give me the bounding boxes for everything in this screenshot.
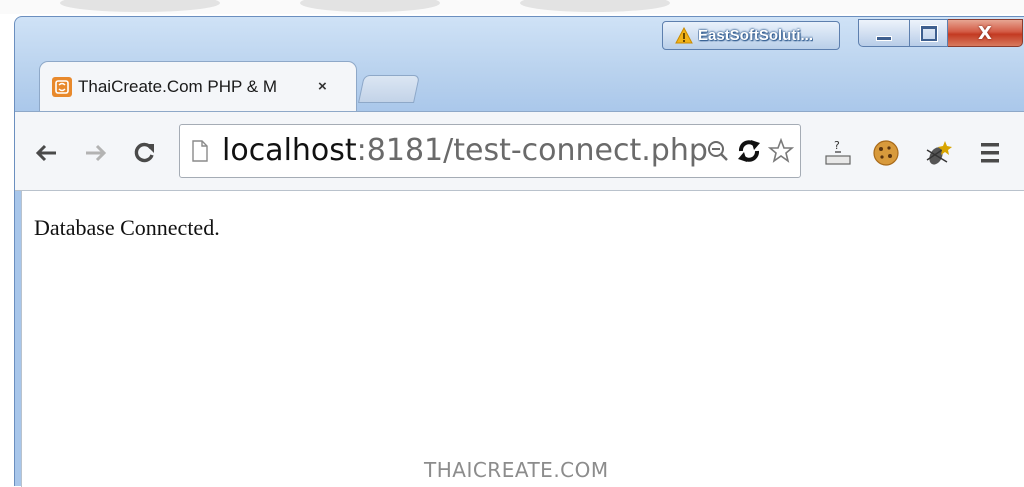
download-tray-icon[interactable]: ? — [823, 138, 853, 168]
url-path: :8181/test-connect.php — [356, 133, 708, 168]
url-host: localhost — [222, 133, 357, 168]
back-arrow-icon — [35, 144, 56, 162]
cookie-icon[interactable] — [871, 138, 901, 168]
page-body-text: Database Connected. — [34, 215, 220, 240]
tab-close-button[interactable]: × — [318, 78, 327, 95]
page-content: Database Connected. — [21, 191, 1024, 487]
menu-icon[interactable] — [979, 138, 1003, 168]
watermark-shape — [520, 0, 670, 12]
omnibox-icons — [706, 137, 794, 165]
forward-button[interactable] — [83, 140, 109, 166]
window-controls: X — [858, 19, 1023, 49]
reload-button[interactable] — [131, 140, 157, 166]
profile-button[interactable]: EastSoftSoluti... — [662, 21, 840, 50]
sync-icon[interactable] — [736, 137, 762, 165]
close-icon: X — [978, 22, 992, 44]
new-tab-button[interactable] — [358, 75, 420, 103]
back-button[interactable] — [33, 140, 59, 166]
zoom-icon[interactable] — [706, 138, 730, 164]
watermark-band — [0, 0, 1024, 14]
bookmark-star-icon[interactable] — [768, 138, 794, 164]
minimize-button[interactable] — [858, 19, 910, 47]
watermark-text: THAICREATE.COM — [424, 458, 609, 482]
forward-arrow-icon — [86, 144, 107, 162]
page-icon — [192, 140, 208, 162]
toolbar: localhost:8181/test-connect.php ? — [15, 111, 1024, 191]
watermark-shape — [60, 0, 220, 12]
svg-text:?: ? — [834, 139, 840, 152]
bug-icon[interactable] — [921, 138, 953, 170]
address-bar[interactable]: localhost:8181/test-connect.php — [179, 124, 801, 178]
browser-window: EastSoftSoluti... X ThaiCreate.Com PHP &… — [14, 16, 1024, 487]
tab-title: ThaiCreate.Com PHP & M — [78, 76, 278, 96]
minimize-icon — [876, 35, 892, 41]
tab-active[interactable]: ThaiCreate.Com PHP & M × — [39, 61, 357, 111]
warning-icon — [675, 26, 693, 43]
maximize-icon — [920, 25, 937, 41]
maximize-button[interactable] — [910, 19, 948, 47]
watermark-shape — [300, 0, 440, 12]
close-window-button[interactable]: X — [948, 19, 1023, 47]
reload-icon — [134, 142, 154, 163]
profile-label: EastSoftSoluti... — [698, 27, 814, 44]
favicon-icon — [52, 76, 72, 97]
url-text: localhost:8181/test-connect.php — [222, 133, 708, 168]
